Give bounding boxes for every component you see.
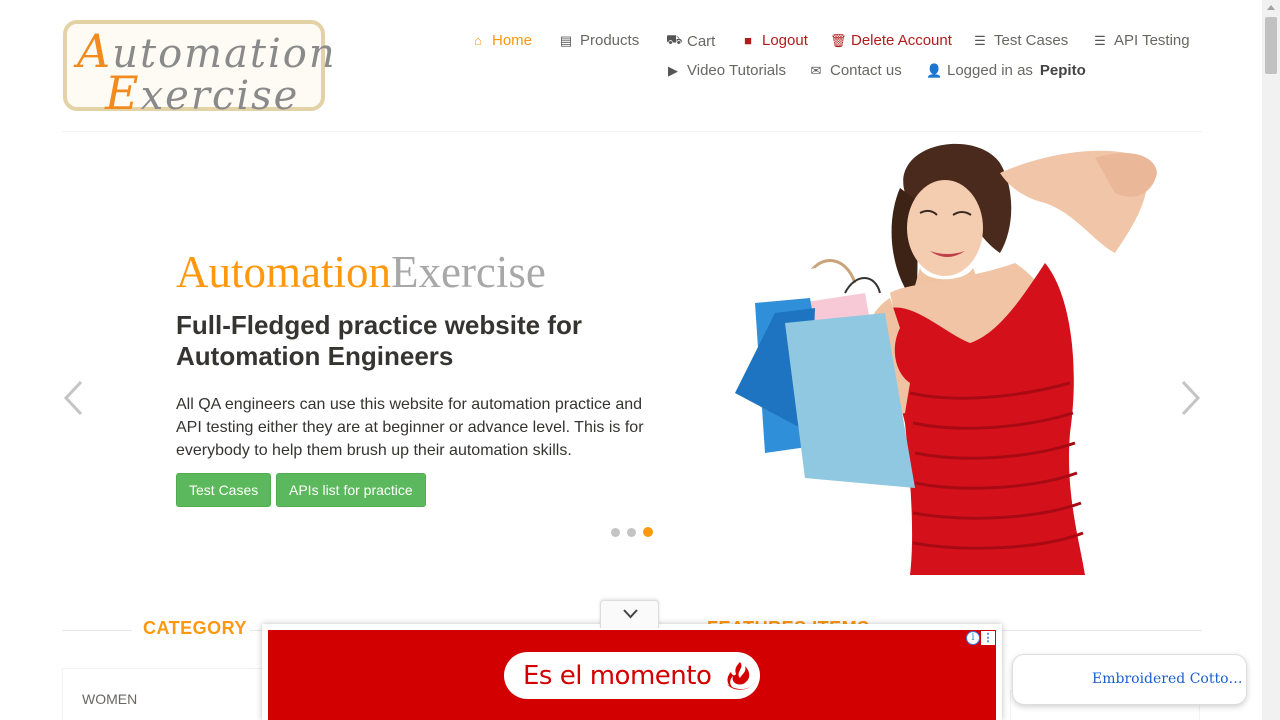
slider-description: All QA engineers can use this website fo… — [176, 396, 644, 459]
slider-indicator-3[interactable] — [643, 527, 653, 537]
slider-prev-button[interactable] — [62, 376, 84, 424]
hero-model-image — [735, 143, 1157, 575]
chevron-left-icon — [63, 380, 83, 416]
header-divider — [62, 131, 1202, 132]
logo-line-2: Exercise — [105, 66, 300, 120]
ad-collapse-tab[interactable] — [600, 600, 659, 628]
ad-cta-pill[interactable]: Es el momento — [504, 652, 760, 699]
slider-indicator-2[interactable] — [627, 528, 636, 537]
flame-logo-icon — [727, 661, 756, 690]
slider-next-button[interactable] — [1180, 376, 1202, 424]
category-heading: CATEGORY — [143, 618, 248, 638]
lock-icon: ■ — [744, 33, 752, 48]
slider-indicators — [611, 527, 653, 537]
test-cases-button[interactable]: Test Cases — [176, 473, 272, 507]
nav-delete-account[interactable]: 🗑 Delete Account — [830, 32, 952, 49]
list-icon: ☰ — [1094, 32, 1106, 48]
cart-icon: ⛟ — [666, 32, 683, 47]
user-icon: 👤 — [926, 62, 943, 78]
nav-home[interactable]: ⌂ Home — [471, 32, 532, 49]
list-icon: ☰ — [974, 32, 986, 48]
chevron-right-icon — [1181, 380, 1201, 416]
site-logo[interactable]: Automation Exercise — [63, 20, 335, 116]
ad-menu-icon[interactable]: ⋮ — [981, 631, 995, 645]
nav-products[interactable]: ▤ Products — [559, 32, 639, 49]
youtube-icon: ▶ — [668, 62, 678, 78]
scroll-up-arrow-icon[interactable] — [1267, 5, 1275, 10]
slider-indicator-1[interactable] — [611, 528, 620, 537]
ad-info-icon[interactable]: i — [966, 631, 980, 645]
ad-banner[interactable]: Es el momento i ⋮ — [268, 630, 996, 720]
products-icon: ▤ — [559, 32, 573, 48]
category-item-women[interactable]: WOMEN — [82, 691, 137, 707]
nav-test-cases[interactable]: ☰ Test Cases — [973, 32, 1068, 49]
slider-subtitle: Full-Fledged practice website for Automa… — [176, 310, 582, 371]
apis-list-button[interactable]: APIs list for practice — [276, 473, 426, 507]
slider-title: AutomationExercise — [176, 247, 546, 297]
ad-text: Es el momento — [523, 660, 712, 691]
chevron-down-icon — [623, 609, 638, 619]
envelope-icon: ✉ — [810, 62, 822, 78]
username: Pepito — [1039, 62, 1086, 79]
floating-chip-text: Embroidered Cotto… — [1092, 671, 1243, 687]
floating-product-chip[interactable]: Embroidered Cotto… — [1012, 654, 1247, 705]
trash-icon: 🗑 — [830, 32, 847, 48]
nav-contact-us[interactable]: ✉ Contact us — [809, 62, 902, 79]
nav-logged-in-as[interactable]: 👤 Logged in as Pepito — [926, 62, 1086, 79]
page-scrollbar[interactable] — [1262, 0, 1280, 720]
nav-video-tutorials[interactable]: ▶ Video Tutorials — [666, 62, 786, 79]
category-divider-left — [62, 630, 132, 631]
scrollbar-thumb[interactable] — [1265, 17, 1277, 74]
features-divider — [996, 630, 1202, 631]
home-icon: ⌂ — [474, 33, 482, 48]
nav-logout[interactable]: ■ Logout — [741, 32, 808, 49]
nav-cart[interactable]: ⛟ Cart — [666, 32, 715, 50]
nav-api-testing[interactable]: ☰ API Testing — [1093, 32, 1189, 49]
